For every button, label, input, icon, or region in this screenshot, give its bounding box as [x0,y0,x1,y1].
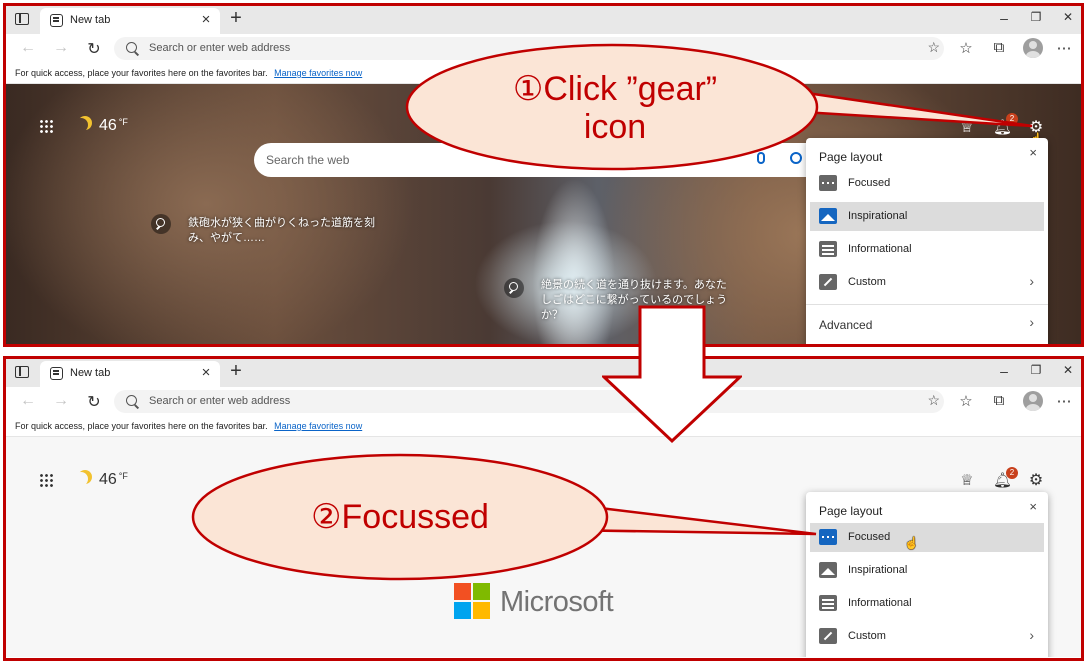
down-arrow-icon [602,305,742,444]
callout-1-text: ①Click ”gear” icon [450,70,780,146]
callout-2-text: ②Focussed [311,498,489,536]
callout-1-line1: ①Click ”gear” [512,70,718,108]
callout-1-line2: icon [583,108,647,146]
